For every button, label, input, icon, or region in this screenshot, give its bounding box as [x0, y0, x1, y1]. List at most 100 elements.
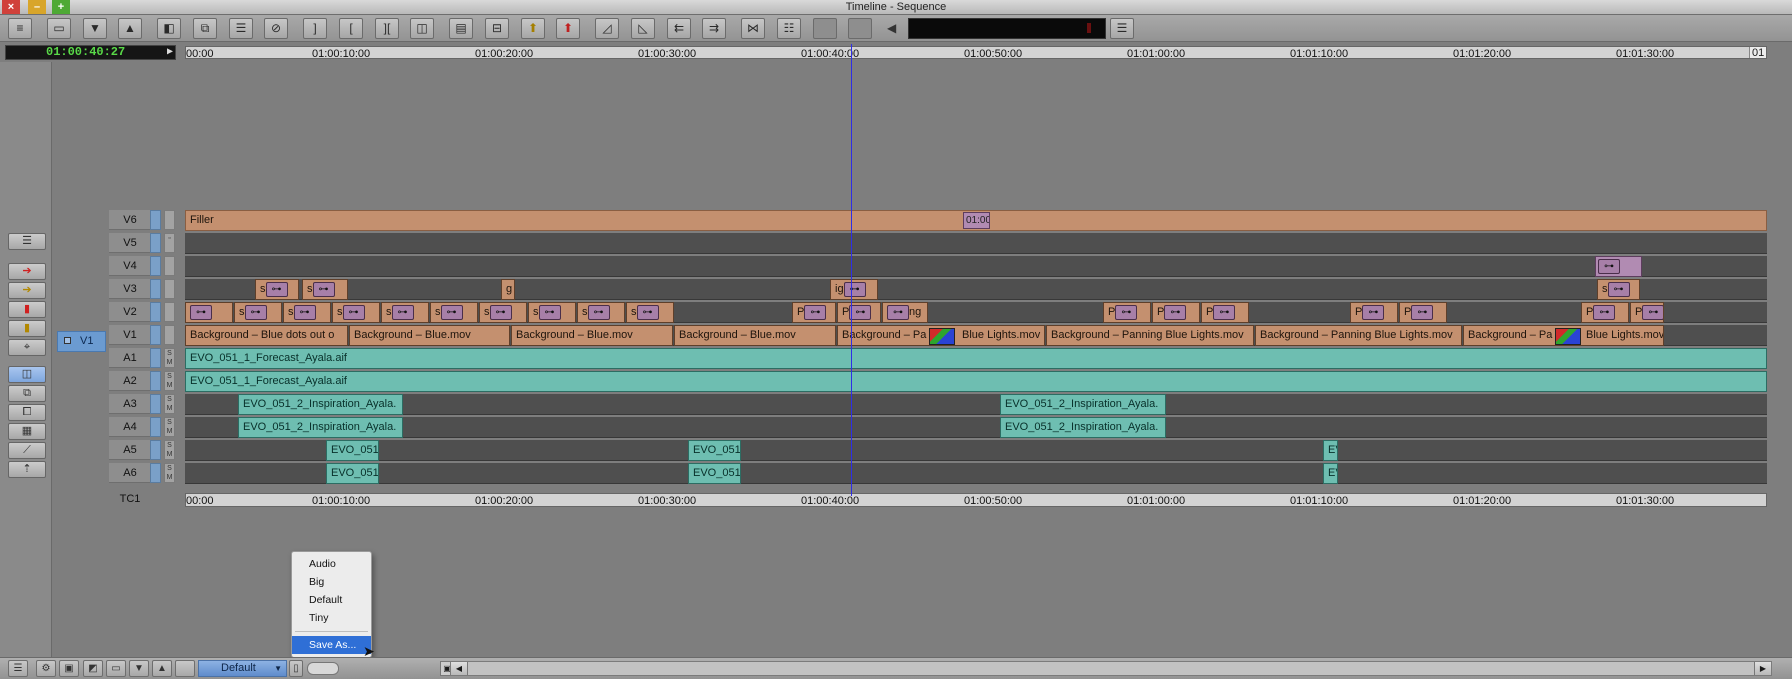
audio-clip[interactable]: EVO_051_2_Inspiration_Ayala.	[238, 394, 403, 415]
overwrite-icon[interactable]: ▤	[449, 18, 473, 39]
video-clip[interactable]: s ⊶	[479, 302, 527, 323]
video-clip[interactable]: s ⊶	[381, 302, 429, 323]
video-clip[interactable]: Background – Pa Blue Lights.mov	[1463, 325, 1664, 346]
timeline-view-icon[interactable]: ◫	[8, 366, 46, 383]
blank-button-2[interactable]	[848, 18, 872, 39]
volume-icon[interactable]: ◀	[887, 21, 896, 35]
track-menu-icon[interactable]: ☰	[8, 660, 28, 677]
collapse-icon[interactable]: ⇡	[8, 461, 46, 478]
track-select-a6[interactable]	[150, 463, 161, 483]
audio-clip[interactable]: EVO_051	[326, 463, 379, 484]
track-a4[interactable]: EVO_051_2_Inspiration_Ayala. EVO_051_2_I…	[185, 417, 1767, 438]
match-frame-icon[interactable]: ⋈	[741, 18, 765, 39]
settings-icon[interactable]: ⚙	[36, 660, 56, 677]
menu-item-save-as[interactable]: Save As...	[292, 636, 371, 654]
video-clip[interactable]: Background – Blue dots out o	[185, 325, 348, 346]
video-clip[interactable]: P ⊶	[1630, 302, 1664, 323]
solo-mute-a1[interactable]: SM	[164, 348, 175, 368]
track-header-a2[interactable]: A2 S M	[109, 371, 179, 392]
track-select-v5[interactable]	[150, 233, 161, 253]
timecode-menu-icon[interactable]: ▶	[167, 46, 173, 59]
video-clip[interactable]: s ⊶	[332, 302, 380, 323]
video-clip[interactable]: P ⊶	[1399, 302, 1447, 323]
track-a2[interactable]: EVO_051_1_Forecast_Ayala.aif	[185, 371, 1767, 392]
audio-clip[interactable]: EV	[1323, 440, 1338, 461]
track-v6[interactable]: Filler 01:00	[185, 210, 1767, 231]
track-monitor-v2[interactable]	[164, 302, 175, 322]
source-icon[interactable]: ⧉	[193, 18, 217, 39]
video-clip[interactable]: P ⊶	[1350, 302, 1398, 323]
video-clip[interactable]: Background – Blue.mov	[511, 325, 673, 346]
audio-clip[interactable]: EVO_051	[688, 463, 741, 484]
track-monitor-v5[interactable]: ▫	[164, 233, 175, 253]
segment-icon[interactable]: ☰	[229, 18, 253, 39]
grid-icon[interactable]: ▦	[8, 423, 46, 440]
toggle-icon[interactable]: ☷	[777, 18, 801, 39]
solo-mute-a2[interactable]: SM	[164, 371, 175, 391]
audio-clip[interactable]: EVO_051_2_Inspiration_Ayala.	[238, 417, 403, 438]
menu-item-default[interactable]: Default	[292, 591, 371, 609]
red-arrow-icon[interactable]: ➔	[8, 263, 46, 280]
track-header-v2[interactable]: V2	[109, 302, 179, 323]
track-header-v3[interactable]: V3	[109, 279, 179, 300]
segment-yellow-icon[interactable]: ▮	[8, 320, 46, 337]
menu-item-audio[interactable]: Audio	[292, 555, 371, 573]
track-v3[interactable]: s ⊶ s ⊶ g ig ⊶ s ⊶	[185, 279, 1767, 300]
track-monitor-v1[interactable]	[164, 325, 175, 345]
timeline-scrollbar[interactable]: ◀ ▶	[450, 661, 1772, 676]
video-clip[interactable]: s ⊶	[234, 302, 282, 323]
video-clip[interactable]: Background – Blue.mov	[674, 325, 836, 346]
yellow-arrow-icon[interactable]: ➔	[8, 282, 46, 299]
position-indicator[interactable]	[851, 44, 852, 496]
bin-icon[interactable]: ▭	[47, 18, 71, 39]
video-clip[interactable]: s ⊶	[255, 279, 299, 300]
mark-in-icon[interactable]: ]	[303, 18, 327, 39]
track-select-a4[interactable]	[150, 417, 161, 437]
track-header-v4[interactable]: V4	[109, 256, 179, 277]
track-a5[interactable]: EVO_051 EVO_051 EV	[185, 440, 1767, 461]
track-select-a1[interactable]	[150, 348, 161, 368]
segment-red-icon[interactable]: ▮	[8, 301, 46, 318]
step-back-icon[interactable]: ⇇	[667, 18, 691, 39]
track-select-a5[interactable]	[150, 440, 161, 460]
effect-tool-icon[interactable]: ⟋	[8, 442, 46, 459]
audio-clip[interactable]: EVO_051_1_Forecast_Ayala.aif	[185, 348, 1767, 369]
track-monitor-v3[interactable]	[164, 279, 175, 299]
video-clip[interactable]: P ⊶	[1103, 302, 1151, 323]
video-clip[interactable]: P ⊶	[837, 302, 881, 323]
timecode-ruler-top[interactable]: 00:00 01:00:10:00 01:00:20:00 01:00:30:0…	[185, 46, 1767, 59]
collapse-down-icon[interactable]: ▼	[129, 660, 149, 677]
track-select-v3[interactable]	[150, 279, 161, 299]
lift-icon[interactable]: ⬆	[521, 18, 545, 39]
video-clip[interactable]: ⊶ ng	[882, 302, 928, 323]
track-select-v4[interactable]	[150, 256, 161, 276]
clear-marks-icon[interactable]: ◫	[410, 18, 434, 39]
blank-bottom-button[interactable]	[175, 660, 195, 677]
blank-button-1[interactable]	[813, 18, 837, 39]
video-clip[interactable]: P ⊶	[1201, 302, 1249, 323]
track-select-a2[interactable]	[150, 371, 161, 391]
video-clip[interactable]: g	[501, 279, 515, 300]
track-select-v6[interactable]	[150, 210, 161, 230]
menu-item-big[interactable]: Big	[292, 573, 371, 591]
scroll-right-icon[interactable]: ▶	[1754, 662, 1771, 675]
video-clip[interactable]: s ⊶	[302, 279, 348, 300]
video-clip[interactable]: s ⊶	[1597, 279, 1640, 300]
track-select-v2[interactable]	[150, 302, 161, 322]
meter-menu-icon[interactable]: ☰	[1110, 18, 1134, 39]
track-a3[interactable]: EVO_051_2_Inspiration_Ayala. EVO_051_2_I…	[185, 394, 1767, 415]
track-v5[interactable]	[185, 233, 1767, 254]
solo-mute-a5[interactable]: SM	[164, 440, 175, 460]
trim-tool-icon[interactable]: ⌖	[8, 339, 46, 356]
audio-clip[interactable]: EVO_051	[688, 440, 741, 461]
solo-mute-a6[interactable]: SM	[164, 463, 175, 483]
source-track-v1[interactable]: V1	[57, 331, 106, 352]
track-header-v1[interactable]: V1	[109, 325, 179, 346]
video-clip[interactable]: s ⊶	[626, 302, 674, 323]
collapse-up-icon[interactable]: ▲	[152, 660, 172, 677]
track-header-a6[interactable]: A6 S M	[109, 463, 179, 484]
sliders-icon[interactable]: ≡	[8, 18, 32, 39]
solo-mute-a3[interactable]: SM	[164, 394, 175, 414]
video-clip[interactable]: s ⊶	[283, 302, 331, 323]
video-clip[interactable]: Background – Blue.mov	[349, 325, 510, 346]
